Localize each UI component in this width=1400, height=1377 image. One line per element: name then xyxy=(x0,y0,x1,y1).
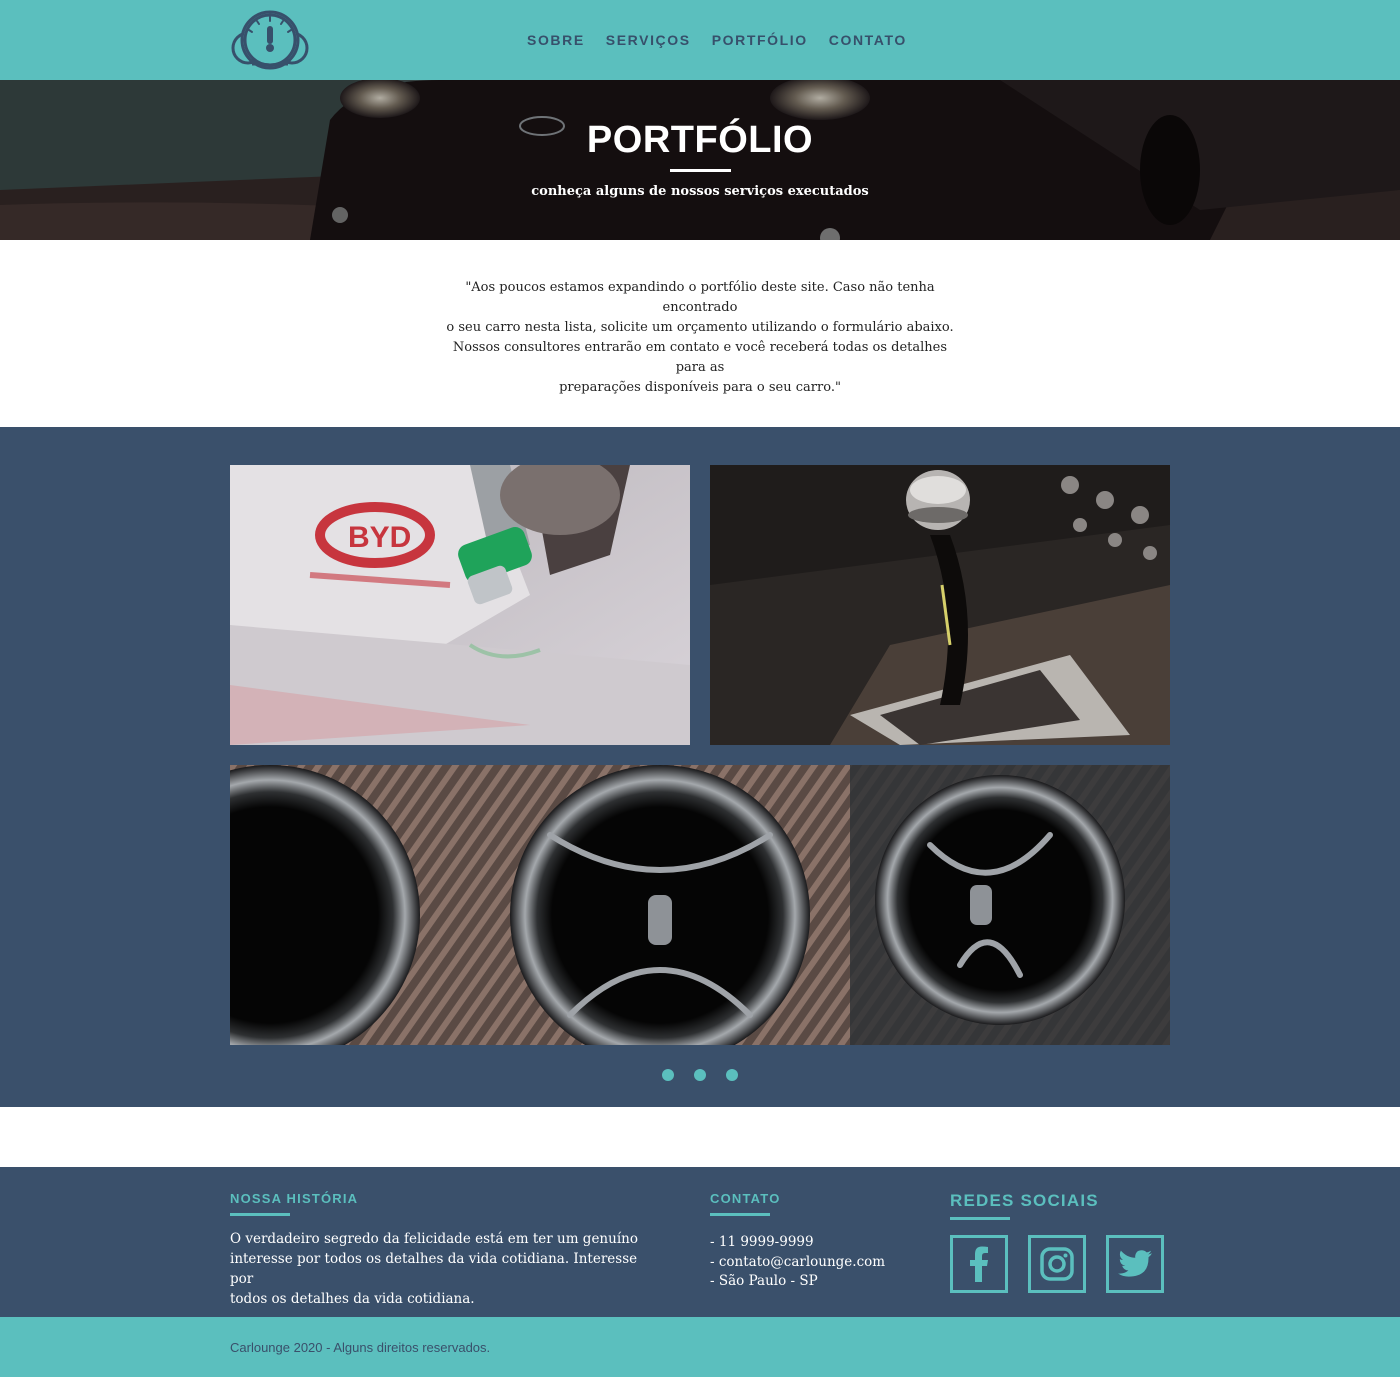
main-nav: SOBRE SERVIÇOS PORTFÓLIO CONTATO xyxy=(527,32,907,48)
history-line: O verdadeiro segredo da felicidade está … xyxy=(230,1231,638,1247)
contact-city: - São Paulo - SP xyxy=(710,1273,818,1289)
carousel-dot-2[interactable] xyxy=(694,1069,706,1081)
intro-line: "Aos poucos estamos expandindo o portfól… xyxy=(465,280,935,315)
svg-text:BYD: BYD xyxy=(348,521,411,554)
facebook-icon[interactable] xyxy=(950,1235,1008,1293)
history-text: O verdadeiro segredo da felicidade está … xyxy=(230,1229,650,1309)
copyright-bar: Carlounge 2020 - Alguns direitos reserva… xyxy=(0,1317,1400,1377)
intro-line: Nossos consultores entrarão em contato e… xyxy=(452,340,948,375)
nav-link-sobre[interactable]: SOBRE xyxy=(527,32,585,48)
portfolio-image-air-vents[interactable] xyxy=(230,765,1170,1045)
intro-line: o seu carro nesta lista, solicite um orç… xyxy=(446,320,954,335)
nav-link-servicos[interactable]: SERVIÇOS xyxy=(606,32,691,48)
site-footer: NOSSA HISTÓRIA O verdadeiro segredo da f… xyxy=(0,1167,1400,1317)
carousel-dots xyxy=(662,1069,738,1081)
contact-underline xyxy=(710,1213,770,1216)
contact-email[interactable]: - contato@carlounge.com xyxy=(710,1253,885,1273)
history-heading: NOSSA HISTÓRIA xyxy=(230,1191,359,1206)
portfolio-image-gear-shift[interactable] xyxy=(710,465,1170,745)
social-underline xyxy=(950,1217,1010,1220)
carousel-dot-3[interactable] xyxy=(726,1069,738,1081)
history-line: todos os detalhes da vida cotidiana. xyxy=(230,1291,475,1307)
social-heading: REDES SOCIAIS xyxy=(950,1191,1099,1210)
site-header: SOBRE SERVIÇOS PORTFÓLIO CONTATO xyxy=(0,0,1400,80)
copyright-text: Carlounge 2020 - Alguns direitos reserva… xyxy=(230,1340,491,1355)
page-subtitle: conheça alguns de nossos serviços execut… xyxy=(531,184,869,199)
speedometer-logo-icon[interactable] xyxy=(230,8,312,74)
intro-line: preparações disponíveis para o seu carro… xyxy=(559,380,841,395)
contact-heading: CONTATO xyxy=(710,1191,781,1206)
page-title: PORTFÓLIO xyxy=(586,119,814,161)
title-underline xyxy=(670,169,731,172)
portfolio-gallery: BYD xyxy=(0,427,1400,1107)
contact-phone[interactable]: - 11 9999-9999 xyxy=(710,1233,885,1253)
carousel-dot-1[interactable] xyxy=(662,1069,674,1081)
history-underline xyxy=(230,1213,290,1216)
nav-link-portfolio[interactable]: PORTFÓLIO xyxy=(712,32,808,48)
intro-quote: "Aos poucos estamos expandindo o portfól… xyxy=(440,278,960,398)
twitter-icon[interactable] xyxy=(1106,1235,1164,1293)
instagram-icon[interactable] xyxy=(1028,1235,1086,1293)
portfolio-image-spray-gun[interactable]: BYD xyxy=(230,465,690,745)
history-line: interesse por todos os detalhes da vida … xyxy=(230,1251,638,1287)
nav-link-contato[interactable]: CONTATO xyxy=(829,32,907,48)
hero-banner: PORTFÓLIO conheça alguns de nossos servi… xyxy=(0,80,1400,240)
contact-details: - 11 9999-9999 - contato@carlounge.com -… xyxy=(710,1233,885,1292)
